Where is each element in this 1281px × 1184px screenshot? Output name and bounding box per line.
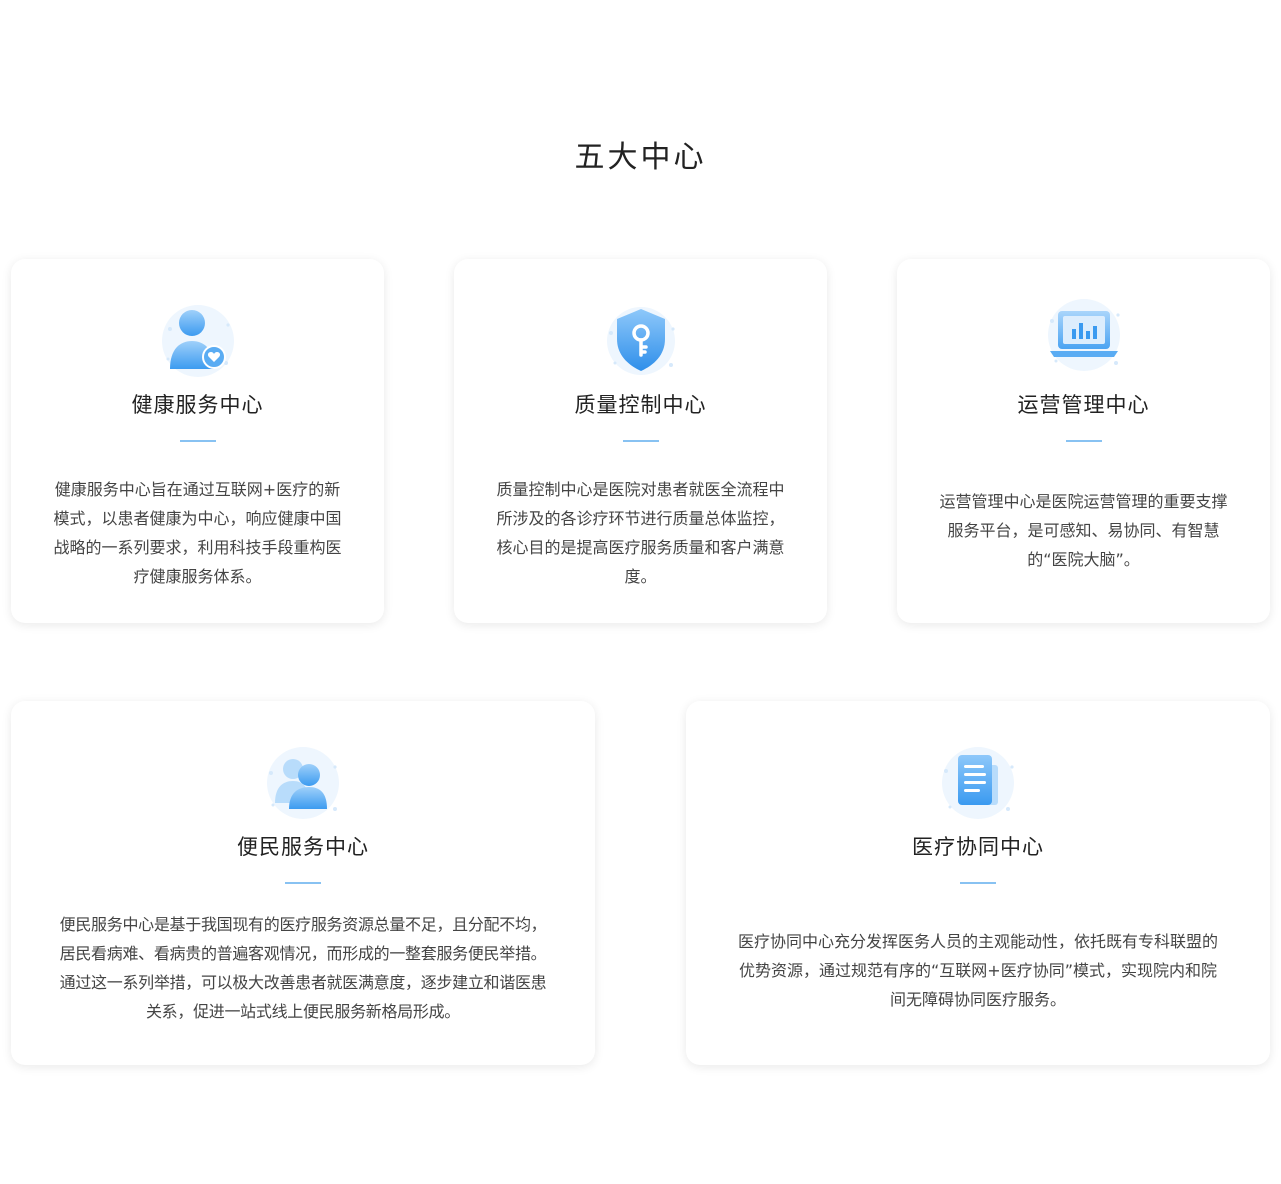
card-divider <box>285 882 321 884</box>
card-description: 便民服务中心是基于我国现有的医疗服务资源总量不足，且分配不均，居民看病难、看病贵… <box>59 915 547 1021</box>
card-description: 健康服务中心旨在通过互联网+医疗的新模式，以患者健康为中心，响应健康中国战略的一… <box>53 480 342 586</box>
card-medical-collaboration: 医疗协同中心 医疗协同中心充分发挥医务人员的主观能动性，依托既有专科联盟的优势资… <box>686 701 1270 1065</box>
card-quality-control: 质量控制中心 质量控制中心是医院对患者就医全流程中所涉及的各诊疗环节进行质量总体… <box>454 259 827 623</box>
shield-key-icon <box>599 299 683 383</box>
card-divider <box>179 440 216 442</box>
section-title: 五大中心 <box>574 140 707 175</box>
document-icon <box>936 741 1020 825</box>
card-title: 运营管理中心 <box>1017 393 1150 417</box>
card-description: 质量控制中心是医院对患者就医全流程中所涉及的各诊疗环节进行质量总体监控，核心目的… <box>496 480 785 586</box>
card-title: 便民服务中心 <box>237 835 369 859</box>
card-divider <box>960 882 996 884</box>
card-title: 医疗协同中心 <box>912 835 1044 859</box>
card-title: 健康服务中心 <box>131 393 264 417</box>
card-description: 运营管理中心是医院运营管理的重要支撑服务平台，是可感知、易协同、有智慧的“医院大… <box>939 492 1228 569</box>
card-divider <box>622 440 659 442</box>
laptop-chart-icon <box>1042 293 1126 377</box>
users-icon <box>261 741 345 825</box>
card-operations-management: 运营管理中心 运营管理中心是医院运营管理的重要支撑服务平台，是可感知、易协同、有… <box>897 259 1270 623</box>
card-description: 医疗协同中心充分发挥医务人员的主观能动性，依托既有专科联盟的优势资源，通过规范有… <box>737 932 1218 1009</box>
card-title: 质量控制中心 <box>574 393 707 417</box>
card-health-service: 健康服务中心 健康服务中心旨在通过互联网+医疗的新模式，以患者健康为中心，响应健… <box>11 259 384 623</box>
card-convenience-service: 便民服务中心 便民服务中心是基于我国现有的医疗服务资源总量不足，且分配不均，居民… <box>11 701 595 1065</box>
health-user-icon <box>156 299 240 383</box>
card-divider <box>1065 440 1102 442</box>
